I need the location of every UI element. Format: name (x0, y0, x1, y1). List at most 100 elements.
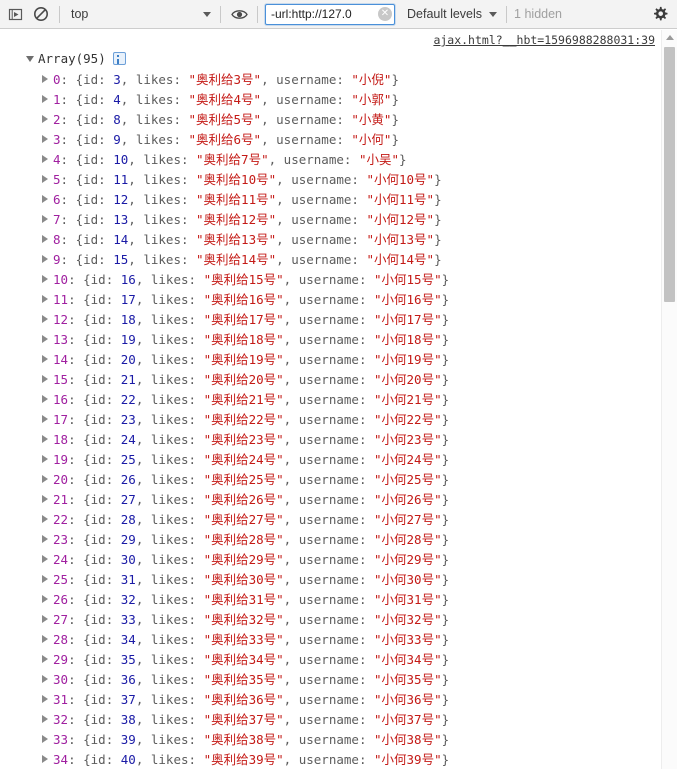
info-icon[interactable] (112, 52, 126, 65)
triangle-right-icon[interactable] (42, 595, 48, 603)
triangle-right-icon[interactable] (42, 655, 48, 663)
array-entry-row[interactable]: 4: {id: 10, likes: "奥利给7号", username: "小… (0, 150, 655, 170)
triangle-right-icon[interactable] (42, 335, 48, 343)
array-entry-row[interactable]: 14: {id: 20, likes: "奥利给19号", username: … (0, 350, 655, 370)
filter-input[interactable]: -url:http://127.0 ✕ (265, 3, 395, 25)
entry-value-likes: "奥利给10号" (196, 172, 277, 187)
array-entry-row[interactable]: 32: {id: 38, likes: "奥利给37号", username: … (0, 710, 655, 730)
entry-value-likes: "奥利给24号" (203, 452, 284, 467)
array-entry-row[interactable]: 9: {id: 15, likes: "奥利给14号", username: "… (0, 250, 655, 270)
array-entry-row[interactable]: 2: {id: 8, likes: "奥利给5号", username: "小黄… (0, 110, 655, 130)
entry-key-id: id: (90, 672, 121, 687)
triangle-right-icon[interactable] (42, 455, 48, 463)
array-entry-row[interactable]: 33: {id: 39, likes: "奥利给38号", username: … (0, 730, 655, 750)
triangle-right-icon[interactable] (42, 195, 48, 203)
log-level-selector[interactable]: Default levels (399, 4, 501, 25)
array-entry-row[interactable]: 16: {id: 22, likes: "奥利给21号", username: … (0, 390, 655, 410)
array-entry-row[interactable]: 7: {id: 13, likes: "奥利给12号", username: "… (0, 210, 655, 230)
entry-key-username: username: (298, 592, 374, 607)
array-entry-row[interactable]: 34: {id: 40, likes: "奥利给39号", username: … (0, 750, 655, 769)
triangle-right-icon[interactable] (42, 735, 48, 743)
triangle-right-icon[interactable] (42, 375, 48, 383)
entry-value-likes: "奥利给23号" (203, 432, 284, 447)
entry-index: 34 (53, 752, 69, 767)
triangle-right-icon[interactable] (42, 235, 48, 243)
array-entry-row[interactable]: 13: {id: 19, likes: "奥利给18号", username: … (0, 330, 655, 350)
triangle-right-icon[interactable] (42, 355, 48, 363)
triangle-right-icon[interactable] (42, 695, 48, 703)
entry-value-username: "小吴" (358, 152, 399, 167)
scrollbar-thumb[interactable] (664, 47, 675, 302)
triangle-right-icon[interactable] (42, 75, 48, 83)
entry-value-id: 20 (120, 352, 136, 367)
array-entry-row[interactable]: 29: {id: 35, likes: "奥利给34号", username: … (0, 650, 655, 670)
scroll-up-arrow-icon[interactable] (662, 30, 677, 45)
array-entry-row[interactable]: 0: {id: 3, likes: "奥利给3号", username: "小倪… (0, 70, 655, 90)
triangle-right-icon[interactable] (42, 635, 48, 643)
triangle-right-icon[interactable] (42, 215, 48, 223)
entry-value-id: 29 (120, 532, 136, 547)
triangle-down-icon[interactable] (26, 55, 34, 62)
console-scrollbar[interactable] (661, 30, 677, 769)
triangle-right-icon[interactable] (42, 555, 48, 563)
array-entry-row[interactable]: 24: {id: 30, likes: "奥利给29号", username: … (0, 550, 655, 570)
entry-index: 4 (53, 152, 61, 167)
triangle-right-icon[interactable] (42, 495, 48, 503)
triangle-right-icon[interactable] (42, 575, 48, 583)
entry-separator: , (283, 332, 299, 347)
array-entry-row[interactable]: 15: {id: 21, likes: "奥利给20号", username: … (0, 370, 655, 390)
triangle-right-icon[interactable] (42, 755, 48, 763)
entry-key-likes: likes: (150, 612, 204, 627)
array-entry-row[interactable]: 21: {id: 27, likes: "奥利给26号", username: … (0, 490, 655, 510)
array-entry-row[interactable]: 12: {id: 18, likes: "奥利给17号", username: … (0, 310, 655, 330)
triangle-right-icon[interactable] (42, 615, 48, 623)
array-entry-row[interactable]: 22: {id: 28, likes: "奥利给27号", username: … (0, 510, 655, 530)
triangle-right-icon[interactable] (42, 275, 48, 283)
array-entry-row[interactable]: 6: {id: 12, likes: "奥利给11号", username: "… (0, 190, 655, 210)
close-icon[interactable]: ✕ (378, 7, 392, 21)
array-entry-row[interactable]: 8: {id: 14, likes: "奥利给13号", username: "… (0, 230, 655, 250)
triangle-right-icon[interactable] (42, 715, 48, 723)
triangle-right-icon[interactable] (42, 675, 48, 683)
clear-console-icon[interactable] (28, 1, 54, 27)
array-entry-row[interactable]: 10: {id: 16, likes: "奥利给15号", username: … (0, 270, 655, 290)
gear-icon[interactable] (647, 1, 673, 27)
array-entry-row[interactable]: 23: {id: 29, likes: "奥利给28号", username: … (0, 530, 655, 550)
array-entry-row[interactable]: 30: {id: 36, likes: "奥利给35号", username: … (0, 670, 655, 690)
triangle-right-icon[interactable] (42, 515, 48, 523)
triangle-right-icon[interactable] (42, 435, 48, 443)
entry-open-brace: : { (68, 312, 91, 327)
array-entry-row[interactable]: 25: {id: 31, likes: "奥利给30号", username: … (0, 570, 655, 590)
triangle-right-icon[interactable] (42, 415, 48, 423)
array-entry-row[interactable]: 17: {id: 23, likes: "奥利给22号", username: … (0, 410, 655, 430)
array-entry-row[interactable]: 1: {id: 4, likes: "奥利给4号", username: "小郭… (0, 90, 655, 110)
triangle-right-icon[interactable] (42, 315, 48, 323)
triangle-right-icon[interactable] (42, 175, 48, 183)
array-entry-row[interactable]: 26: {id: 32, likes: "奥利给31号", username: … (0, 590, 655, 610)
array-header[interactable]: Array(95) (26, 51, 126, 66)
array-entry-row[interactable]: 31: {id: 37, likes: "奥利给36号", username: … (0, 690, 655, 710)
entry-key-likes: likes: (150, 712, 204, 727)
triangle-right-icon[interactable] (42, 255, 48, 263)
triangle-right-icon[interactable] (42, 295, 48, 303)
array-entry-row[interactable]: 11: {id: 17, likes: "奥利给16号", username: … (0, 290, 655, 310)
eye-icon[interactable] (226, 1, 252, 27)
triangle-right-icon[interactable] (42, 395, 48, 403)
triangle-right-icon[interactable] (42, 135, 48, 143)
array-entry-row[interactable]: 3: {id: 9, likes: "奥利给6号", username: "小何… (0, 130, 655, 150)
execution-context-icon[interactable] (2, 1, 28, 27)
triangle-right-icon[interactable] (42, 535, 48, 543)
entry-value-id: 31 (120, 572, 136, 587)
triangle-right-icon[interactable] (42, 155, 48, 163)
triangle-right-icon[interactable] (42, 95, 48, 103)
triangle-right-icon[interactable] (42, 475, 48, 483)
execution-context-selector[interactable]: top (65, 4, 215, 25)
triangle-right-icon[interactable] (42, 115, 48, 123)
array-entry-row[interactable]: 27: {id: 33, likes: "奥利给32号", username: … (0, 610, 655, 630)
entry-open-brace: : { (68, 472, 91, 487)
array-entry-row[interactable]: 20: {id: 26, likes: "奥利给25号", username: … (0, 470, 655, 490)
array-entry-row[interactable]: 28: {id: 34, likes: "奥利给33号", username: … (0, 630, 655, 650)
array-entry-row[interactable]: 5: {id: 11, likes: "奥利给10号", username: "… (0, 170, 655, 190)
array-entry-row[interactable]: 19: {id: 25, likes: "奥利给24号", username: … (0, 450, 655, 470)
array-entry-row[interactable]: 18: {id: 24, likes: "奥利给23号", username: … (0, 430, 655, 450)
